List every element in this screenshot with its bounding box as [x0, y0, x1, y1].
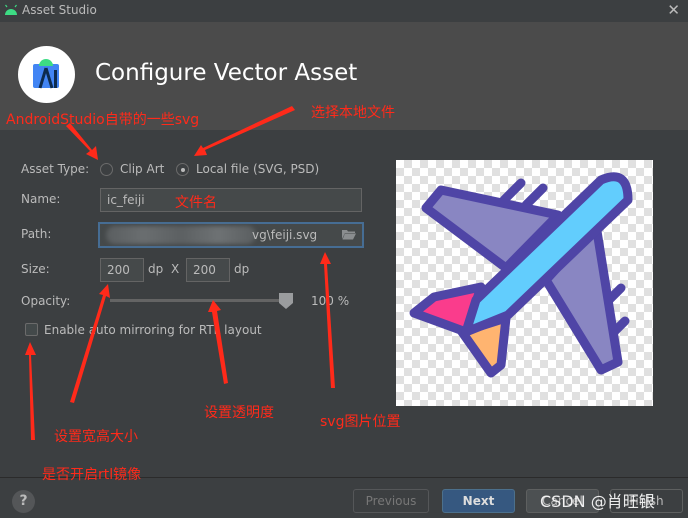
height-unit: dp — [234, 262, 250, 276]
arrow-svg-location — [320, 252, 335, 388]
arrow-size — [70, 284, 110, 403]
width-input[interactable]: 200 — [100, 258, 144, 282]
arrow-rtl — [25, 342, 36, 440]
path-value: vg\feiji.svg — [252, 228, 318, 242]
next-button[interactable]: Next — [442, 489, 515, 513]
opacity-slider-thumb[interactable] — [279, 293, 293, 309]
vector-preview — [396, 160, 653, 406]
local-file-label[interactable]: Local file (SVG, PSD) — [196, 162, 319, 176]
android-icon — [5, 4, 17, 15]
size-label: Size: — [21, 262, 50, 276]
name-value: ic_feiji — [107, 193, 145, 207]
annotation-file-name: 文件名 — [175, 195, 217, 211]
clip-art-radio[interactable] — [100, 163, 113, 176]
name-input[interactable]: ic_feiji — [100, 188, 362, 212]
auto-mirroring-label[interactable]: Enable auto mirroring for RTL layout — [44, 323, 262, 337]
annotation-svg-location: svg图片位置 — [320, 414, 401, 430]
path-input[interactable]: vg\feiji.svg — [98, 222, 364, 248]
auto-mirroring-checkbox[interactable] — [25, 323, 38, 336]
watermark: CSDN @肖旺银 — [540, 492, 655, 511]
help-button[interactable]: ? — [12, 490, 35, 513]
opacity-slider-track[interactable] — [110, 299, 290, 302]
size-times: X — [171, 262, 180, 276]
width-unit: dp — [148, 262, 164, 276]
annotation-local-file: 选择本地文件 — [311, 105, 395, 121]
name-label: Name: — [21, 192, 61, 206]
height-value: 200 — [193, 263, 216, 277]
annotation-size: 设置宽高大小 — [54, 429, 138, 445]
blurred-path — [106, 226, 256, 244]
window-title: Asset Studio — [22, 3, 97, 17]
android-studio-icon — [33, 59, 59, 89]
folder-icon[interactable] — [342, 229, 356, 240]
clip-art-label[interactable]: Clip Art — [120, 162, 164, 176]
arrow-opacity — [208, 300, 228, 384]
title-bar: Asset Studio ✕ — [0, 0, 688, 22]
annotation-clip-art: AndroidStudio自带的一些svg — [6, 112, 200, 128]
width-value: 200 — [107, 263, 130, 277]
height-input[interactable]: 200 — [186, 258, 230, 282]
android-studio-logo — [18, 46, 75, 103]
annotation-rtl: 是否开启rtl镜像 — [42, 467, 142, 483]
annotation-opacity: 设置透明度 — [204, 405, 274, 421]
previous-button[interactable]: Previous — [353, 489, 429, 513]
asset-type-label: Asset Type: — [21, 162, 90, 176]
airplane-icon — [409, 172, 633, 378]
opacity-value: 100 % — [311, 294, 350, 308]
path-label: Path: — [21, 227, 52, 241]
page-title: Configure Vector Asset — [95, 60, 358, 86]
local-file-radio[interactable] — [176, 163, 189, 176]
opacity-label: Opacity: — [21, 294, 71, 308]
close-icon[interactable]: ✕ — [667, 1, 680, 19]
